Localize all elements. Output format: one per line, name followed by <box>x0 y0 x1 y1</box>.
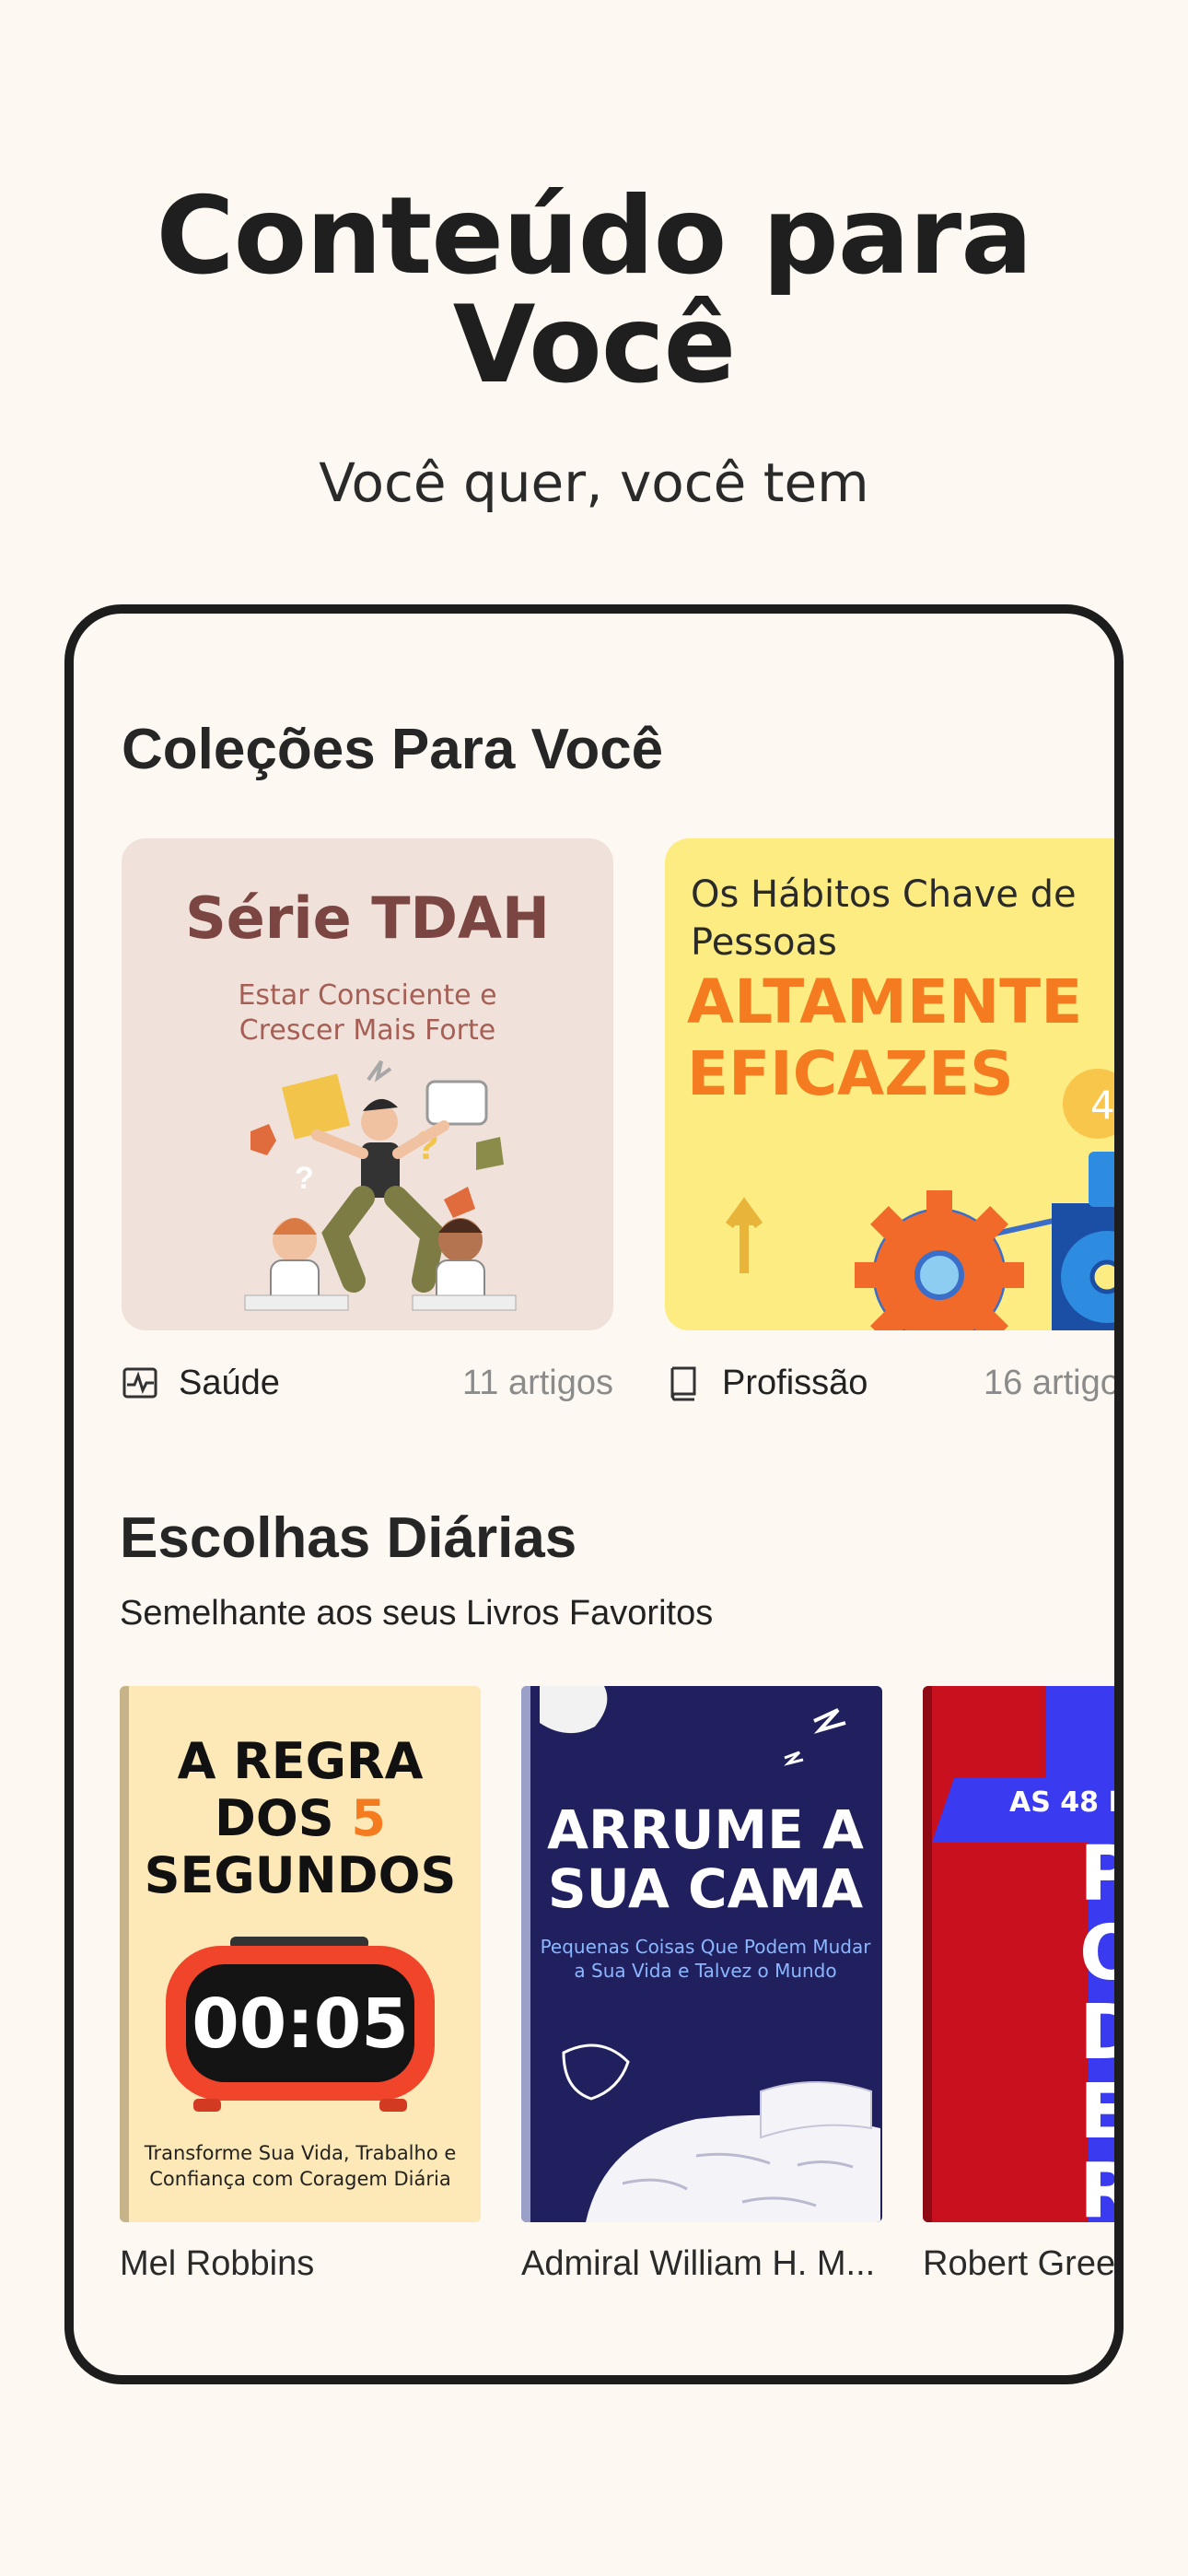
tdah-cover-sub1: Estar Consciente e <box>238 979 496 1012</box>
collection-count-habits: 16 artigos <box>984 1363 1124 1402</box>
collections-title: Coleções Para Você <box>122 718 664 781</box>
book3-letter-e: E <box>1079 2068 1124 2156</box>
phone-frame: Coleções Para Você Série TDAH Estar Cons… <box>64 604 1124 2384</box>
book1-line1: A REGRA <box>178 1732 424 1790</box>
book-cover-48-laws-of-power[interactable]: AS 48 LEIS P O D E R <box>923 1686 1124 2222</box>
book-author-3[interactable]: Robert Greene <box>923 2244 1114 2284</box>
book1-clock: 00:05 <box>192 1985 409 2064</box>
book-icon <box>670 1366 696 1401</box>
book1-tagline1: Transforme Sua Vida, Trabalho e <box>144 2142 457 2164</box>
book-cover-make-your-bed[interactable]: ARRUME A SUA CAMA Pequenas Coisas Que Po… <box>521 1686 882 2222</box>
svg-text:DOS 5: DOS 5 <box>215 1789 386 1847</box>
book2-tagline2: a Sua Vida e Talvez o Mundo <box>574 1960 836 1982</box>
book1-line2a: DOS <box>215 1789 351 1847</box>
book1-line2b: 5 <box>351 1789 386 1847</box>
book-author-2[interactable]: Admiral William H. M... <box>521 2244 882 2284</box>
habits-cover-highlight2: EFICAZES <box>687 1038 1014 1109</box>
book1-tagline2: Confiança com Coragem Diária <box>149 2168 450 2190</box>
collection-card-tdah[interactable]: Série TDAH Estar Consciente e Crescer Ma… <box>122 838 613 1330</box>
health-chart-icon <box>122 1367 157 1399</box>
habits-bulb-digit: 4 <box>1090 1083 1115 1128</box>
tdah-cover-title: Série TDAH <box>185 884 550 952</box>
habits-cover-line1: Os Hábitos Chave de <box>691 873 1077 916</box>
tdah-cover-illustration: Série TDAH Estar Consciente e Crescer Ma… <box>185 884 550 1311</box>
svg-text:?: ? <box>295 1161 314 1196</box>
book3-letter-o: O <box>1079 1910 1124 1997</box>
habits-cover-illustration: Os Hábitos Chave de Pessoas ALTAMENTE EF… <box>687 873 1115 1330</box>
collection-meta-tdah: Saúde 11 artigos <box>122 1360 613 1406</box>
book-cover-5-second-rule[interactable]: A REGRA DOS 5 SEGUNDOS 00:05 Transforme … <box>120 1686 481 2222</box>
book1-line3: SEGUNDOS <box>145 1846 457 1904</box>
page-title: Conteúdo para Você <box>0 182 1188 400</box>
collection-card-habits[interactable]: Os Hábitos Chave de Pessoas ALTAMENTE EF… <box>665 838 1115 1330</box>
book2-line2: SUA CAMA <box>548 1857 863 1920</box>
book3-banner: AS 48 LEIS <box>1009 1786 1124 1819</box>
book-cover-make-your-bed-art: ARRUME A SUA CAMA Pequenas Coisas Que Po… <box>521 1686 880 2222</box>
book3-letter-r: R <box>1079 2148 1124 2222</box>
collection-category-tdah: Saúde <box>179 1363 280 1402</box>
page-title-line2: Você <box>452 283 737 407</box>
page-subtitle: Você quer, você tem <box>319 451 869 514</box>
book3-letter-d: D <box>1079 1989 1124 2077</box>
book-cover-48-laws-art: AS 48 LEIS P O D E R <box>923 1686 1124 2222</box>
habits-cover-highlight1: ALTAMENTE <box>687 966 1082 1037</box>
book2-line1: ARRUME A <box>547 1798 864 1861</box>
book3-letter-p: P <box>1079 1831 1124 1918</box>
daily-picks-subtitle: Semelhante aos seus Livros Favoritos <box>120 1594 714 1633</box>
daily-picks-title: Escolhas Diárias <box>120 1506 577 1570</box>
collection-meta-habits: Profissão 16 artigos <box>665 1360 1124 1406</box>
book-cover-5-second-rule-art: A REGRA DOS 5 SEGUNDOS 00:05 Transforme … <box>120 1686 457 2222</box>
habits-cover-line2: Pessoas <box>691 921 837 964</box>
collection-count-tdah: 11 artigos <box>461 1363 613 1402</box>
collection-category-habits: Profissão <box>722 1363 868 1402</box>
tdah-cover-sub2: Crescer Mais Forte <box>239 1014 495 1047</box>
book2-tagline1: Pequenas Coisas Que Podem Mudar <box>541 1936 872 1958</box>
page-title-line1: Conteúdo para <box>156 174 1032 299</box>
book-author-1[interactable]: Mel Robbins <box>120 2244 481 2284</box>
